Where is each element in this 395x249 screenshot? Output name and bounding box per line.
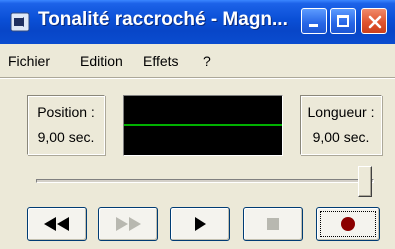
menu-divider xyxy=(0,77,395,79)
sound-recorder-window: Tonalité raccroché - Magn... Fichier Edi… xyxy=(0,0,395,249)
position-value: 9,00 sec. xyxy=(37,129,95,145)
position-label: Position : xyxy=(37,104,95,120)
length-label: Longueur : xyxy=(307,104,375,120)
waveform-display xyxy=(123,95,283,156)
play-button[interactable] xyxy=(170,207,230,241)
fast-forward-icon xyxy=(116,217,141,231)
title-bar[interactable]: Tonalité raccroché - Magn... xyxy=(0,0,395,44)
minimize-button[interactable] xyxy=(301,8,327,34)
menu-fichier[interactable]: Fichier xyxy=(8,53,50,69)
rewind-button[interactable] xyxy=(27,207,87,241)
menu-effets[interactable]: Effets xyxy=(143,53,179,69)
rewind-icon xyxy=(44,217,69,231)
length-value: 9,00 sec. xyxy=(312,129,370,145)
sound-recorder-icon xyxy=(10,12,30,32)
stop-icon xyxy=(267,218,279,230)
position-panel: Position : 9,00 sec. xyxy=(27,95,105,155)
close-button[interactable] xyxy=(361,8,387,34)
menu-bar: Fichier Edition Effets ? xyxy=(0,50,395,70)
waveform-trace xyxy=(124,124,282,126)
record-icon xyxy=(341,217,355,231)
seek-track[interactable] xyxy=(36,179,374,183)
minimize-icon xyxy=(309,24,318,27)
menu-edition[interactable]: Edition xyxy=(80,53,123,69)
fast-forward-button xyxy=(98,207,158,241)
close-icon xyxy=(368,15,382,29)
menu-help[interactable]: ? xyxy=(203,53,211,69)
seek-thumb[interactable] xyxy=(358,166,372,197)
length-panel: Longueur : 9,00 sec. xyxy=(300,95,382,155)
maximize-icon xyxy=(337,15,349,27)
record-button[interactable] xyxy=(316,207,380,241)
maximize-button[interactable] xyxy=(330,8,356,34)
play-icon xyxy=(195,217,206,231)
stop-button xyxy=(243,207,303,241)
window-title: Tonalité raccroché - Magn... xyxy=(38,9,288,30)
